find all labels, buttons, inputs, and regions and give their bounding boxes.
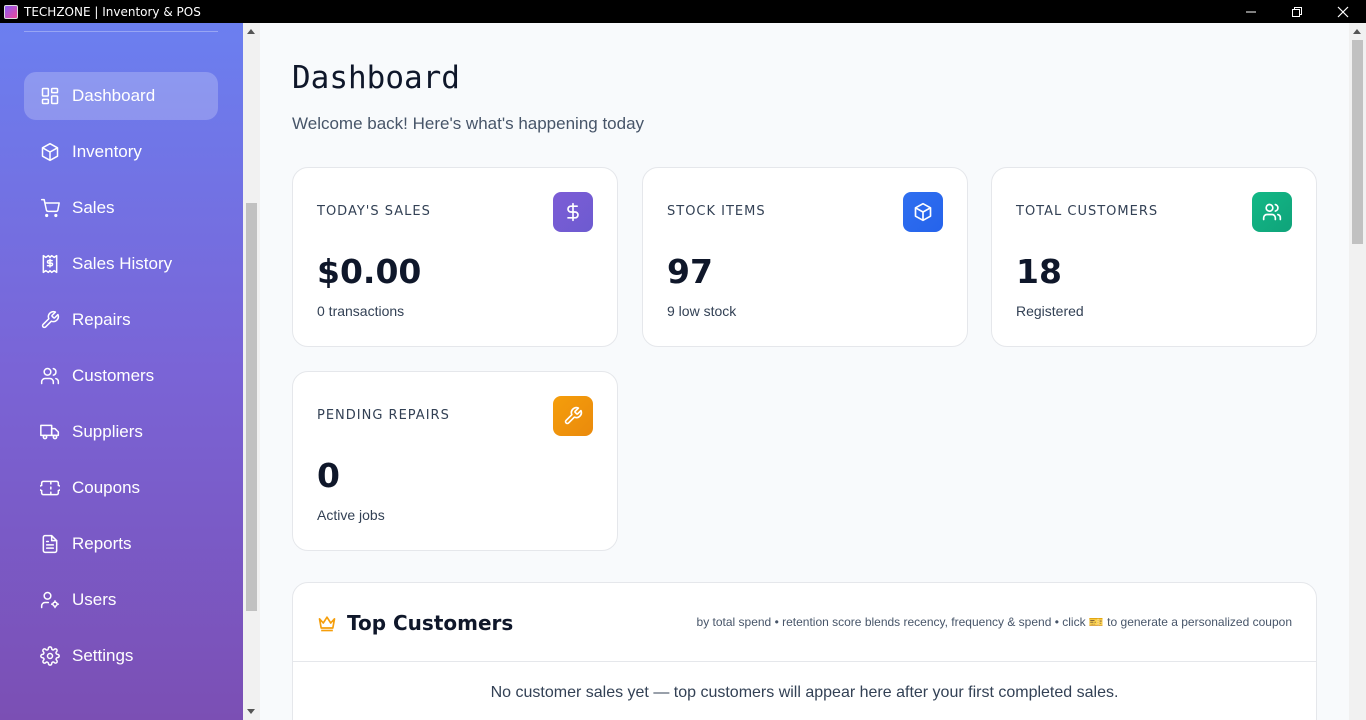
sidebar-item-sales[interactable]: Sales — [24, 184, 218, 232]
stat-card-pending-repairs: PENDING REPAIRS 0 Active jobs — [292, 371, 618, 551]
minimize-button[interactable] — [1228, 0, 1274, 23]
stat-icon-box — [903, 192, 943, 232]
truck-icon — [40, 424, 60, 440]
sidebar-item-inventory[interactable]: Inventory — [24, 128, 218, 176]
stat-subtext: 0 transactions — [317, 303, 405, 319]
sidebar-item-sales-history[interactable]: Sales History — [24, 240, 218, 288]
receipt-icon — [42, 254, 58, 274]
sidebar-item-label: Coupons — [72, 478, 141, 497]
top-customers-panel: Top Customers by total spend • retention… — [292, 582, 1317, 720]
restore-icon — [1292, 6, 1302, 17]
user-cog-icon — [40, 591, 60, 609]
stat-card-todays-sales: TODAY'S SALES $0.00 0 transactions — [292, 167, 618, 347]
cart-icon — [40, 198, 60, 218]
empty-state-message: No customer sales yet — top customers wi… — [490, 684, 1119, 701]
sidebar-scrollbar[interactable] — [243, 23, 260, 720]
scroll-down-arrow[interactable] — [247, 709, 255, 714]
ticket-icon — [40, 480, 60, 496]
panel-header: Top Customers by total spend • retention… — [293, 583, 1316, 662]
sidebar-item-label: Settings — [72, 646, 134, 665]
stat-subtext: Registered — [1016, 303, 1084, 319]
users-icon — [1262, 203, 1282, 221]
stat-subtext: 9 low stock — [667, 303, 737, 319]
box-icon — [914, 202, 932, 222]
app-icon — [4, 4, 18, 19]
main-content: Dashboard Welcome back! Here's what's ha… — [260, 23, 1349, 720]
close-button[interactable] — [1320, 0, 1366, 23]
stat-icon-box — [553, 396, 593, 436]
sidebar: Dashboard Inventory Sales Sales History … — [0, 23, 243, 720]
sidebar-item-users[interactable]: Users — [24, 576, 218, 624]
wrench-icon — [41, 310, 60, 329]
sidebar-item-dashboard[interactable]: Dashboard — [24, 72, 218, 120]
main-scrollbar[interactable] — [1349, 23, 1366, 720]
window-title: TECHZONE | Inventory & POS — [24, 4, 201, 19]
stat-icon-box — [553, 192, 593, 232]
panel-title: Top Customers — [347, 611, 514, 635]
sidebar-item-label: Dashboard — [72, 86, 156, 105]
stat-icon-box — [1252, 192, 1292, 232]
gear-icon — [40, 646, 60, 666]
stat-label: STOCK ITEMS — [667, 204, 766, 219]
scrollbar-thumb[interactable] — [246, 203, 257, 611]
sidebar-item-customers[interactable]: Customers — [24, 352, 218, 400]
sidebar-divider — [24, 31, 218, 32]
sidebar-item-label: Customers — [72, 366, 155, 385]
stat-card-total-customers: TOTAL CUSTOMERS 18 Registered — [991, 167, 1317, 347]
wrench-icon — [564, 406, 583, 425]
scroll-up-arrow[interactable] — [1353, 29, 1361, 34]
minimize-icon — [1246, 11, 1256, 12]
sidebar-item-coupons[interactable]: Coupons — [24, 464, 218, 512]
sidebar-item-label: Sales History — [72, 254, 173, 273]
stat-value: 18 — [1016, 252, 1062, 291]
dollar-icon — [567, 202, 579, 222]
stat-subtext: Active jobs — [317, 507, 385, 523]
stat-label: TODAY'S SALES — [317, 204, 431, 219]
stat-label: PENDING REPAIRS — [317, 408, 450, 423]
panel-note: by total spend • retention score blends … — [696, 615, 1292, 629]
box-icon — [41, 142, 59, 162]
sidebar-item-suppliers[interactable]: Suppliers — [24, 408, 218, 456]
close-icon — [1337, 6, 1349, 17]
stat-value: 0 — [317, 456, 340, 495]
scroll-up-arrow[interactable] — [247, 29, 255, 34]
dashboard-icon — [41, 87, 59, 105]
sidebar-item-label: Repairs — [72, 310, 131, 329]
users-icon — [40, 367, 60, 385]
file-icon — [42, 534, 58, 554]
stat-value: 97 — [667, 252, 713, 291]
stat-label: TOTAL CUSTOMERS — [1016, 204, 1159, 219]
sidebar-item-label: Suppliers — [72, 422, 143, 441]
sidebar-item-label: Users — [72, 590, 117, 609]
sidebar-item-repairs[interactable]: Repairs — [24, 296, 218, 344]
title-bar: TECHZONE | Inventory & POS — [0, 0, 1366, 23]
sidebar-item-settings[interactable]: Settings — [24, 632, 218, 680]
page-title: Dashboard — [292, 60, 460, 96]
crown-icon — [318, 616, 336, 632]
window-controls — [1228, 0, 1366, 23]
page-subtitle: Welcome back! Here's what's happening to… — [292, 114, 645, 133]
sidebar-item-label: Inventory — [72, 142, 142, 161]
sidebar-item-label: Sales — [72, 198, 115, 217]
scrollbar-thumb[interactable] — [1352, 40, 1363, 244]
restore-button[interactable] — [1274, 0, 1320, 23]
sidebar-item-reports[interactable]: Reports — [24, 520, 218, 568]
sidebar-nav: Dashboard Inventory Sales Sales History … — [24, 72, 218, 688]
sidebar-item-label: Reports — [72, 534, 132, 553]
stat-value: $0.00 — [317, 252, 422, 291]
stat-card-stock-items: STOCK ITEMS 97 9 low stock — [642, 167, 968, 347]
